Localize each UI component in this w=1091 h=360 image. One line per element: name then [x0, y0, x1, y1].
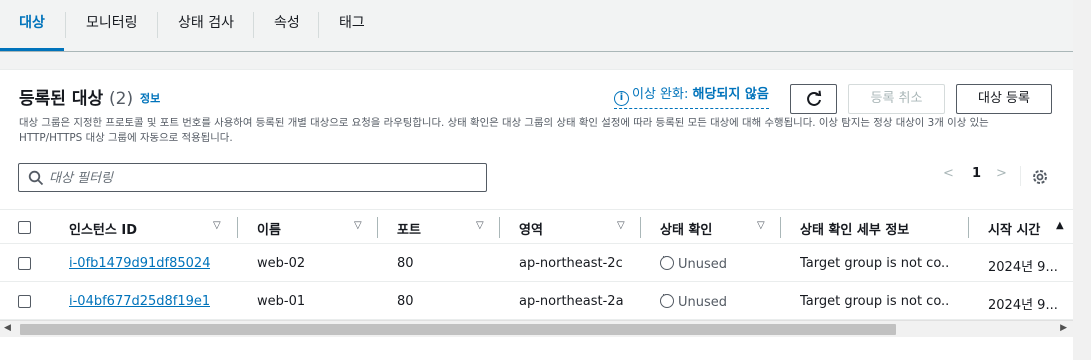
column-health-status[interactable]: 상태 확인 — [660, 219, 712, 238]
search-icon — [28, 170, 44, 186]
tab-divider — [318, 12, 319, 38]
row-checkbox[interactable] — [18, 257, 31, 270]
next-page-button[interactable]: > — [996, 166, 1007, 181]
tab-tags[interactable]: 태그 — [339, 0, 365, 50]
launch-time: 2024년 9... — [988, 298, 1058, 313]
instance-name: web-02 — [257, 256, 306, 271]
tab-attributes[interactable]: 속성 — [274, 0, 300, 50]
register-targets-button[interactable]: 대상 등록 — [956, 84, 1052, 114]
column-resizer[interactable] — [640, 217, 641, 238]
health-status: Unused — [660, 294, 727, 310]
instance-id-link[interactable]: i-0fb1479d91df85024 — [69, 256, 210, 271]
availability-zone: ap-northeast-2a — [519, 294, 624, 309]
sort-icon[interactable]: ▽ — [476, 220, 484, 231]
instance-id-link[interactable]: i-04bf677d25d8f19e1 — [69, 294, 210, 309]
instance-name: web-01 — [257, 294, 306, 309]
refresh-button[interactable] — [790, 84, 837, 114]
pager-divider — [1020, 166, 1021, 186]
tab-targets[interactable]: 대상 — [0, 0, 64, 51]
deregister-button[interactable]: 등록 취소 — [848, 84, 945, 114]
scrollbar-thumb[interactable] — [20, 324, 896, 335]
scroll-right-icon[interactable]: ▶ — [1060, 323, 1067, 333]
column-health-details[interactable]: 상태 확인 세부 정보 — [800, 219, 909, 238]
sort-icon[interactable]: ▽ — [757, 220, 765, 231]
column-launch-time[interactable]: 시작 시간 — [988, 219, 1040, 238]
panel-title: 등록된 대상 (2) — [19, 84, 133, 109]
port: 80 — [397, 256, 414, 271]
scroll-left-icon[interactable]: ◀ — [4, 323, 11, 333]
anomaly-label: 이상 완화: — [632, 87, 689, 102]
column-resizer[interactable] — [499, 217, 500, 238]
tab-bar: 대상 모니터링 상태 검사 속성 태그 — [0, 0, 1073, 52]
anomaly-value: 해당되지 않음 — [692, 87, 769, 102]
horizontal-scrollbar[interactable]: ◀ ▶ — [0, 320, 1073, 337]
health-status: Unused — [660, 256, 727, 272]
refresh-icon — [806, 90, 821, 106]
sort-icon[interactable]: ▽ — [213, 220, 221, 231]
column-resizer[interactable] — [780, 217, 781, 238]
unused-status-icon — [660, 256, 674, 270]
sort-ascending-icon[interactable]: ▲ — [1056, 220, 1064, 231]
info-icon: i — [614, 91, 629, 106]
filter-box — [18, 163, 487, 192]
column-instance-id[interactable]: 인스턴스 ID — [69, 219, 137, 238]
table-header: 인스턴스 ID ▽ 이름 ▽ 포트 ▽ 영역 ▽ 상태 확인 ▽ 상태 확인 세… — [0, 209, 1073, 244]
health-details: Target group is not co... — [800, 256, 950, 271]
anomaly-mitigation-link[interactable]: i 이상 완화: 해당되지 않음 — [614, 83, 769, 109]
current-page-number[interactable]: 1 — [972, 166, 981, 181]
column-zone[interactable]: 영역 — [519, 219, 543, 238]
row-checkbox[interactable] — [18, 295, 31, 308]
sort-icon[interactable]: ▽ — [354, 220, 362, 231]
column-resizer[interactable] — [968, 217, 969, 238]
previous-page-button[interactable]: < — [943, 166, 954, 181]
gear-icon[interactable] — [1031, 168, 1049, 186]
column-resizer[interactable] — [377, 217, 378, 238]
filter-input[interactable] — [49, 168, 469, 188]
health-status-text: Unused — [678, 295, 728, 310]
health-status-text: Unused — [678, 257, 728, 272]
port: 80 — [397, 294, 414, 309]
registered-targets-panel: 등록된 대상 (2) 정보 대상 그룹은 지정한 프로토콜 및 포트 번호를 사… — [0, 69, 1073, 360]
column-name[interactable]: 이름 — [257, 219, 281, 238]
panel-description: 대상 그룹은 지정한 프로토콜 및 포트 번호를 사용하여 등록된 개별 대상으… — [19, 117, 989, 144]
availability-zone: ap-northeast-2c — [519, 256, 623, 271]
vertical-scrollbar[interactable] — [1073, 0, 1091, 360]
tab-divider — [157, 12, 158, 38]
tab-health-checks[interactable]: 상태 검사 — [178, 0, 234, 50]
table-row: i-04bf677d25d8f19e1 web-01 80 ap-northea… — [0, 283, 1073, 320]
column-resizer[interactable] — [237, 217, 238, 238]
sort-icon[interactable]: ▽ — [617, 220, 625, 231]
table-row: i-0fb1479d91df85024 web-02 80 ap-northea… — [0, 245, 1073, 282]
column-port[interactable]: 포트 — [397, 219, 421, 238]
tab-divider — [253, 12, 254, 38]
select-all-checkbox[interactable] — [18, 221, 31, 234]
tab-monitoring[interactable]: 모니터링 — [86, 0, 138, 50]
target-count: (2) — [109, 89, 134, 109]
launch-time: 2024년 9... — [988, 260, 1058, 275]
panel-title-text: 등록된 대상 — [19, 89, 104, 109]
info-link[interactable]: 정보 — [140, 90, 160, 106]
tab-divider — [65, 12, 66, 38]
unused-status-icon — [660, 294, 674, 308]
health-details: Target group is not co... — [800, 294, 950, 309]
